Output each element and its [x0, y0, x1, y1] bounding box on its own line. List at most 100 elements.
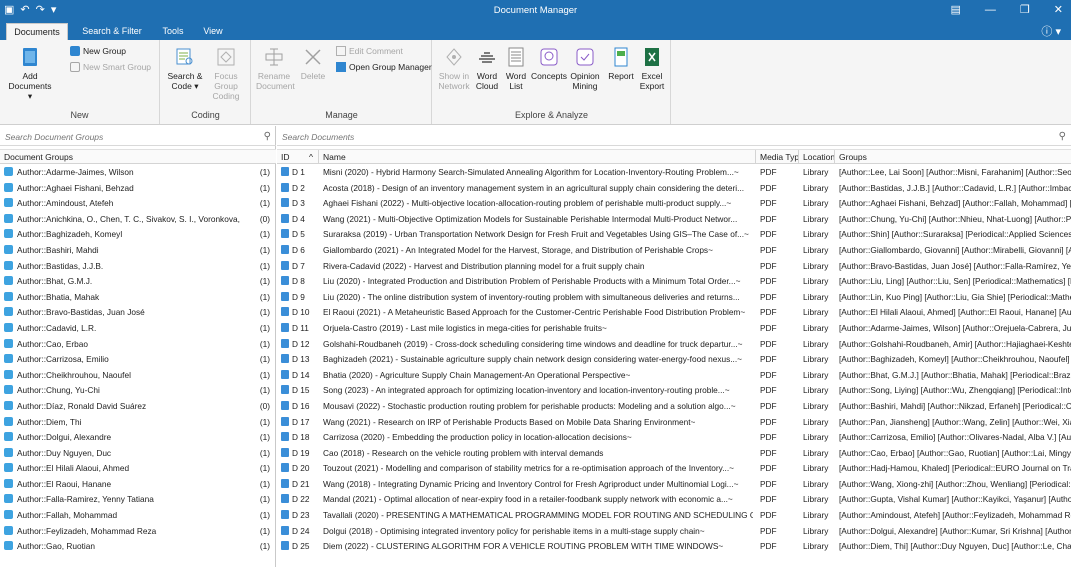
delete-button[interactable]: Delete [296, 46, 330, 81]
doc-id: D 24 [292, 525, 310, 536]
doc-name: Mousavi (2022) - Stochastic production r… [323, 400, 736, 411]
table-row[interactable]: D 21 Wang (2018) - Integrating Dynamic Pr… [277, 477, 1071, 493]
add-documents-button[interactable]: Add Documents ▾ [6, 46, 54, 101]
edit-comment-button[interactable]: Edit Comment [336, 46, 403, 56]
table-row[interactable]: D 1 Misni (2020) - Hybrid Harmony Search-… [277, 165, 1071, 181]
group-list-item[interactable]: Author::Bastidas, J.J.B. (1) [0, 259, 276, 275]
group-name: Author::Bhat, G.M.J. [17, 276, 93, 287]
excel-export-button[interactable]: Excel Export [637, 46, 667, 91]
table-row[interactable]: D 5 Suraraksa (2019) - Urban Transportati… [277, 227, 1071, 243]
group-search-input[interactable] [0, 129, 276, 145]
ribbon-display-icon[interactable]: ▤ [951, 0, 961, 21]
table-row[interactable]: D 10 El Raoui (2021) - A Metaheuristic Ba… [277, 305, 1071, 321]
group-list-item[interactable]: Author::Duy Nguyen, Duc (1) [0, 446, 276, 462]
table-row[interactable]: D 14 Bhatia (2020) - Agriculture Supply C… [277, 368, 1071, 384]
focus-group-coding-button[interactable]: Focus Group Coding [205, 46, 247, 101]
table-row[interactable]: D 20 Touzout (2021) - Modelling and compa… [277, 461, 1071, 477]
group-list-item[interactable]: Author::Bravo-Bastidas, Juan José (1) [0, 305, 276, 321]
table-row[interactable]: D 2 Acosta (2018) - Design of an inventor… [277, 181, 1071, 197]
group-list-item[interactable]: Author::Díaz, Ronald David Suárez (0) [0, 399, 276, 415]
tab-documents[interactable]: Documents [6, 23, 68, 40]
group-name: Author::Bhatia, Mahak [17, 291, 100, 302]
tab-tools[interactable]: Tools [156, 23, 190, 40]
groups-column-header[interactable]: Groups [835, 150, 1071, 164]
groups-column-header[interactable]: Document Groups [0, 150, 276, 164]
group-list-item[interactable]: Author::Bhat, G.M.J. (1) [0, 274, 276, 290]
document-group-icon [4, 510, 13, 520]
document-search-input[interactable] [277, 129, 1071, 145]
table-row[interactable]: D 25 Diem (2022) - CLUSTERING ALGORITHM F… [277, 539, 1071, 555]
group-list-item[interactable]: Author::Fallah, Mohammad (1) [0, 508, 276, 524]
show-in-network-button[interactable]: Show in Network [437, 46, 471, 91]
group-list-item[interactable]: Author::Feylizadeh, Mohammad Reza (1) [0, 524, 276, 540]
group-list-item[interactable]: Author::El Raoui, Hanane (1) [0, 477, 276, 493]
group-list-item[interactable]: Author::Dolgui, Alexandre (1) [0, 430, 276, 446]
group-list-item[interactable]: Author::Cao, Erbao (1) [0, 337, 276, 353]
restore-button[interactable]: ❐ [1020, 0, 1030, 21]
search-code-button[interactable]: Search & Code ▾ [167, 46, 203, 91]
table-row[interactable]: D 13 Baghizadeh (2021) - Sustainable agri… [277, 352, 1071, 368]
table-row[interactable]: D 12 Golshahi-Roudbaneh (2019) - Cross-do… [277, 337, 1071, 353]
opinion-mining-button[interactable]: Opinion Mining [567, 46, 603, 91]
table-row[interactable]: D 19 Cao (2018) - Research on the vehicle… [277, 446, 1071, 462]
group-list-item[interactable]: Author::Amindoust, Atefeh (1) [0, 196, 276, 212]
group-list-item[interactable]: Author::Anichkina, O., Chen, T. C., Siva… [0, 212, 276, 228]
group-list-item[interactable]: Author::El Hilali Alaoui, Ahmed (1) [0, 461, 276, 477]
tab-view[interactable]: View [196, 23, 230, 40]
group-list-item[interactable]: Author::Bhatia, Mahak (1) [0, 290, 276, 306]
table-row[interactable]: D 9 Liu (2020) - The online distribution … [277, 290, 1071, 306]
group-name: Author::Carrizosa, Emilio [17, 354, 109, 365]
close-button[interactable]: ✕ [1054, 0, 1063, 21]
document-group-icon [4, 478, 13, 488]
minimize-button[interactable]: — [985, 0, 996, 21]
group-list-item[interactable]: Author::Cadavid, L.R. (1) [0, 321, 276, 337]
table-row[interactable]: D 23 Tavallali (2020) - PRESENTING A MATH… [277, 508, 1071, 524]
group-list-item[interactable]: Author::Carrizosa, Emilio (1) [0, 352, 276, 368]
document-group-icon [4, 260, 13, 270]
group-list-item[interactable]: Author::Aghaei Fishani, Behzad (1) [0, 181, 276, 197]
doc-media-type: PDF [760, 338, 777, 349]
new-group-button[interactable]: New Group [70, 46, 126, 56]
report-button[interactable]: Report [607, 46, 635, 81]
word-cloud-button[interactable]: Word Cloud [473, 46, 501, 91]
id-column-header[interactable]: ID ^ [277, 150, 319, 164]
table-row[interactable]: D 7 Rivera-Cadavid (2022) - Harvest and D… [277, 259, 1071, 275]
table-row[interactable]: D 24 Dolgui (2018) - Optimising integrate… [277, 524, 1071, 540]
open-group-manager-button[interactable]: Open Group Manager [336, 62, 432, 72]
search-icon[interactable]: ⚲ [264, 131, 271, 142]
doc-location: Library [803, 229, 829, 240]
group-list-item[interactable]: Author::Baghizadeh, Komeyl (1) [0, 227, 276, 243]
doc-name: Misni (2020) - Hybrid Harmony Search-Sim… [323, 167, 739, 177]
group-label-manage: Manage [325, 110, 358, 120]
group-list-item[interactable]: Author::Diem, Thi (1) [0, 415, 276, 431]
location-column-header[interactable]: Location [799, 150, 835, 164]
document-icon [281, 510, 289, 520]
table-row[interactable]: D 18 Carrizosa (2020) - Embedding the pro… [277, 430, 1071, 446]
table-row[interactable]: D 16 Mousavi (2022) - Stochastic producti… [277, 399, 1071, 415]
tab-search-filter[interactable]: Search & Filter [76, 23, 148, 40]
table-row[interactable]: D 6 Giallombardo (2021) - An Integrated M… [277, 243, 1071, 259]
table-row[interactable]: D 8 Liu (2020) - Integrated Production an… [277, 274, 1071, 290]
new-smart-group-button[interactable]: New Smart Group [70, 62, 151, 72]
word-list-button[interactable]: Word List [503, 46, 529, 91]
table-row[interactable]: D 3 Aghaei Fishani (2022) - Multi-objecti… [277, 196, 1071, 212]
table-row[interactable]: D 11 Orjuela-Castro (2019) - Last mile lo… [277, 321, 1071, 337]
doc-location: Library [803, 198, 829, 209]
table-row[interactable]: D 22 Mandal (2021) - Optimal allocation o… [277, 492, 1071, 508]
group-list-item[interactable]: Author::Adarme-Jaimes, Wilson (1) [0, 165, 276, 181]
group-list-item[interactable]: Author::Gao, Ruotian (1) [0, 539, 276, 555]
table-row[interactable]: D 4 Wang (2021) - Multi-Objective Optimiz… [277, 212, 1071, 228]
group-list-item[interactable]: Author::Falla-Ramirez, Yenny Tatiana (1) [0, 492, 276, 508]
group-list-item[interactable]: Author::Chung, Yu-Chi (1) [0, 383, 276, 399]
search-icon[interactable]: ⚲ [1059, 131, 1066, 142]
concepts-button[interactable]: Concepts [531, 46, 567, 81]
group-list-item[interactable]: Author::Bashiri, Mahdi (1) [0, 243, 276, 259]
table-row[interactable]: D 17 Wang (2021) - Research on IRP of Per… [277, 415, 1071, 431]
table-row[interactable]: D 15 Song (2023) - An integrated approach… [277, 383, 1071, 399]
group-list-item[interactable]: Author::Cheikhrouhou, Naoufel (1) [0, 368, 276, 384]
doc-id: D 20 [292, 463, 310, 474]
media-type-column-header[interactable]: Media Type [756, 150, 799, 164]
help-icon[interactable]: ⓘ ▾ [1041, 23, 1061, 39]
name-column-header[interactable]: Name [319, 150, 756, 164]
rename-document-button[interactable]: Rename Document [256, 46, 295, 91]
